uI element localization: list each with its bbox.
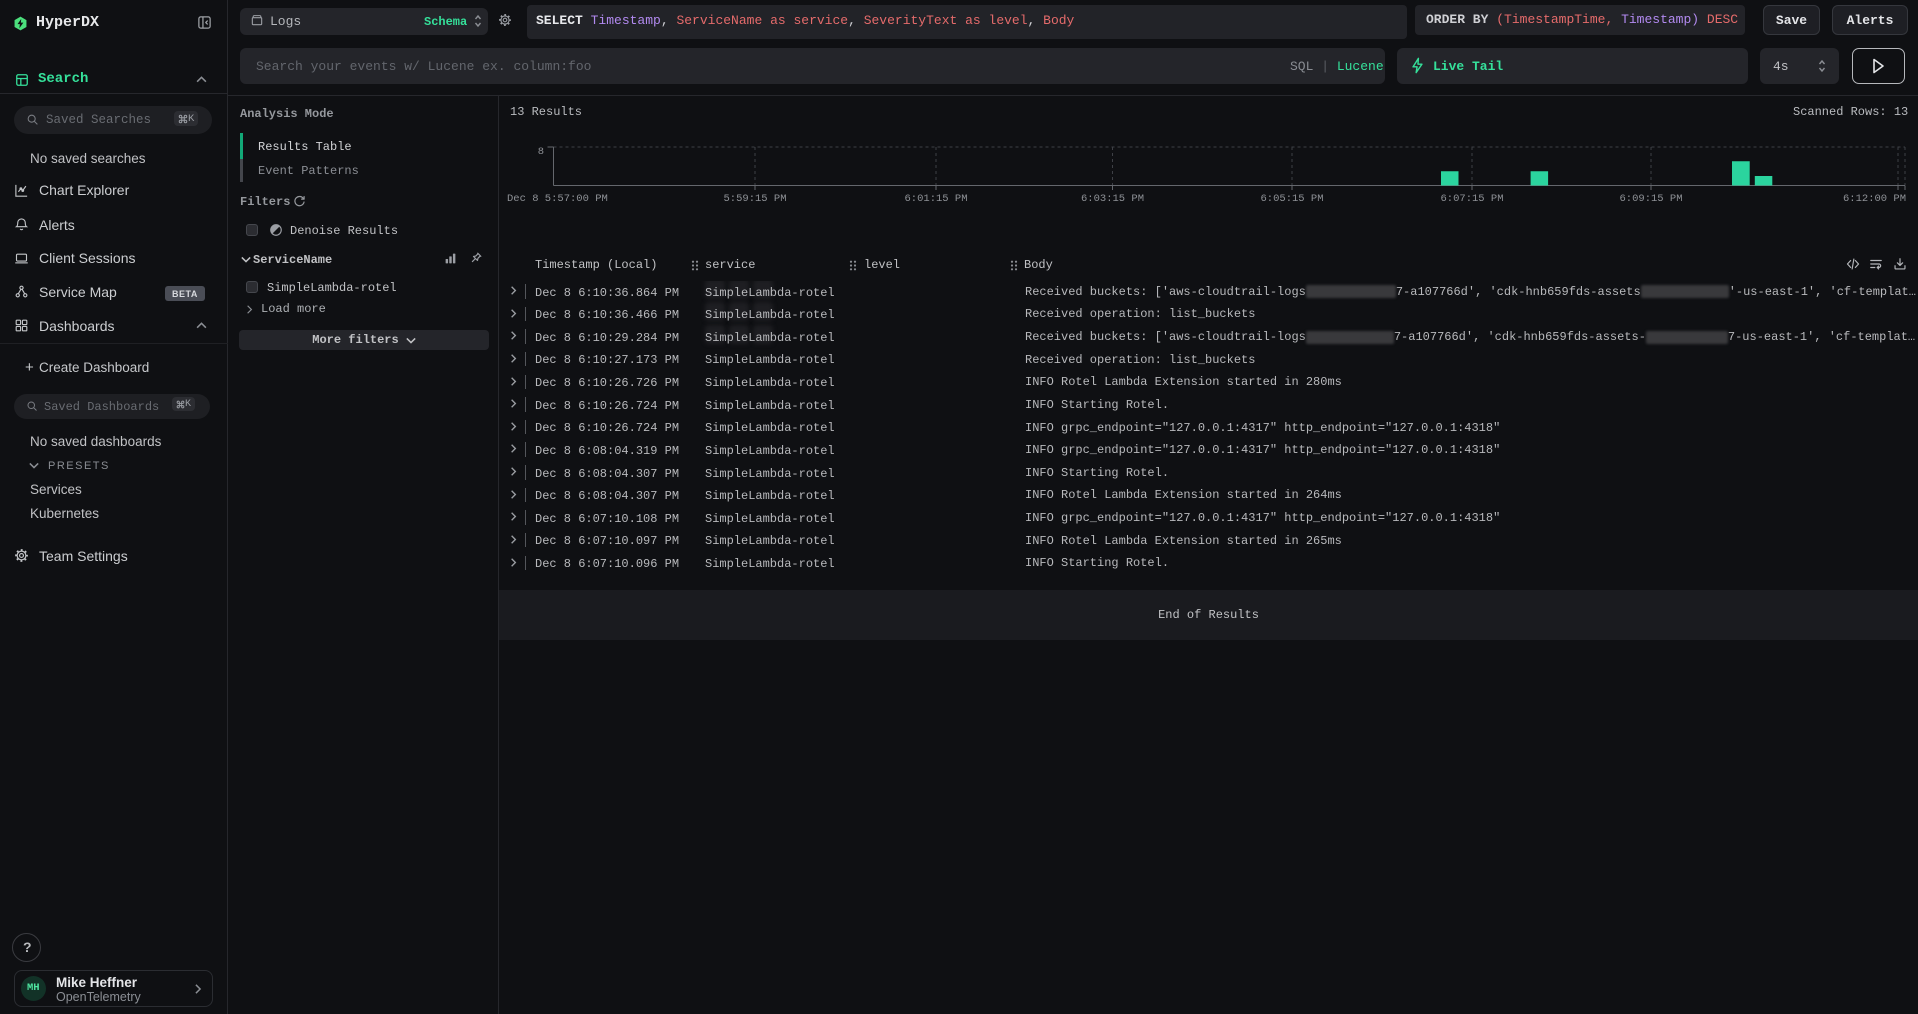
svg-text:6:09:15 PM: 6:09:15 PM: [1619, 193, 1682, 205]
svg-text:6:12:00 PM: 6:12:00 PM: [1843, 193, 1906, 205]
svg-text:8: 8: [538, 146, 544, 158]
svg-text:6:05:15 PM: 6:05:15 PM: [1260, 193, 1323, 205]
svg-text:Dec 8 5:57:00 PM: Dec 8 5:57:00 PM: [507, 193, 608, 205]
svg-text:5:59:15 PM: 5:59:15 PM: [723, 193, 786, 205]
svg-text:6:01:15 PM: 6:01:15 PM: [904, 193, 967, 205]
svg-text:6:07:15 PM: 6:07:15 PM: [1440, 193, 1503, 205]
svg-text:6:03:15 PM: 6:03:15 PM: [1081, 193, 1144, 205]
